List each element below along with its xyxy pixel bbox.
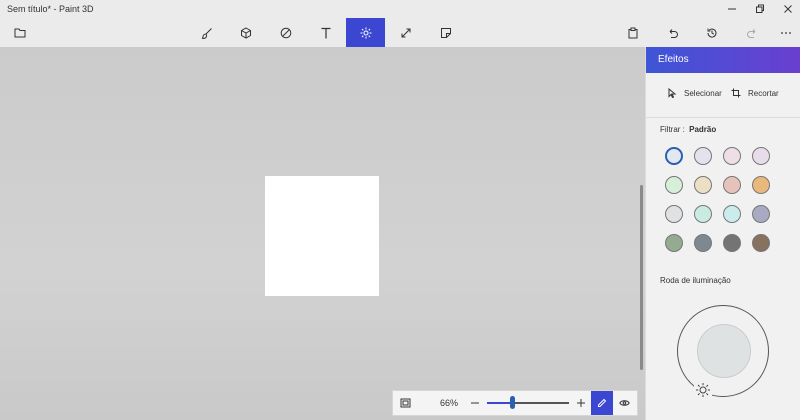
light-handle[interactable] (694, 381, 712, 399)
zoom-level: 66% (439, 398, 458, 408)
filter-swatch[interactable] (694, 176, 712, 194)
filter-swatch[interactable] (665, 176, 683, 194)
more-icon (780, 31, 791, 34)
filter-swatch[interactable] (752, 147, 770, 165)
tool-effects[interactable] (346, 18, 385, 47)
undo-button[interactable] (653, 18, 692, 47)
effects-panel: Efeitos Selecionar Recortar Filtrar : Pa… (645, 47, 800, 420)
sun-icon (696, 383, 710, 397)
tool-2d-shapes[interactable] (266, 18, 305, 47)
redo-icon (746, 28, 755, 38)
restore-button[interactable] (746, 0, 774, 18)
filter-swatch[interactable] (665, 147, 683, 165)
text-icon (321, 27, 330, 38)
history-button[interactable] (692, 18, 731, 47)
brush-icon (201, 27, 212, 39)
fit-view-button[interactable] (393, 391, 417, 415)
sun-effects-icon (360, 27, 371, 38)
panel-divider (646, 117, 800, 118)
workspace[interactable] (0, 47, 645, 420)
select-button[interactable]: Selecionar (668, 85, 722, 101)
zoom-bar: 66% (392, 390, 638, 416)
paste-button[interactable] (613, 18, 652, 47)
folder-icon (14, 28, 25, 38)
minus-icon (471, 402, 479, 404)
filter-swatch[interactable] (752, 176, 770, 194)
vertical-scrollbar[interactable] (640, 185, 643, 370)
fit-screen-icon (400, 398, 410, 408)
restore-icon (756, 4, 764, 13)
canvas[interactable] (265, 176, 379, 296)
main-toolbar (0, 18, 800, 47)
history-icon (706, 28, 716, 38)
panel-header: Efeitos (646, 47, 800, 73)
filter-value: Padrão (689, 125, 717, 134)
filter-label: Filtrar : Padrão (660, 125, 716, 134)
cursor-icon (668, 88, 677, 98)
filter-swatch[interactable] (752, 205, 770, 223)
tool-canvas[interactable] (386, 18, 425, 47)
cube-icon (240, 26, 251, 39)
filter-swatch[interactable] (694, 205, 712, 223)
filter-swatch[interactable] (752, 234, 770, 252)
filter-swatch[interactable] (665, 205, 683, 223)
zoom-in-button[interactable] (571, 391, 591, 415)
crop-label: Recortar (748, 88, 779, 98)
lighting-wheel[interactable] (677, 305, 769, 397)
filter-swatch[interactable] (665, 234, 683, 252)
sticker-icon (440, 27, 451, 38)
filter-swatch[interactable] (694, 234, 712, 252)
lighting-label: Roda de iluminação (660, 276, 731, 285)
panel-title: Efeitos (658, 54, 689, 65)
tool-stickers[interactable] (426, 18, 465, 47)
crop-button[interactable]: Recortar (731, 85, 779, 101)
tool-text[interactable] (306, 18, 345, 47)
filter-swatch[interactable] (723, 147, 741, 165)
minimize-icon (728, 8, 736, 10)
canvas-resize-icon (401, 28, 410, 37)
close-icon (784, 5, 792, 13)
undo-icon (669, 28, 678, 38)
filter-swatch[interactable] (694, 147, 712, 165)
filter-prefix: Filtrar : (660, 125, 685, 134)
paste-icon (628, 27, 637, 38)
title-bar: Sem título* - Paint 3D (0, 0, 800, 18)
window-title: Sem título* - Paint 3D (7, 4, 94, 14)
minimize-button[interactable] (718, 0, 746, 18)
shapes-icon (280, 27, 291, 38)
view-mode-button[interactable] (613, 391, 635, 415)
plus-icon (577, 399, 585, 407)
menu-button[interactable] (0, 18, 39, 47)
select-label: Selecionar (684, 88, 722, 98)
filter-swatch[interactable] (723, 234, 741, 252)
close-button[interactable] (774, 0, 800, 18)
filter-swatch[interactable] (723, 205, 741, 223)
lighting-wheel-center (697, 324, 751, 378)
pencil-icon (598, 398, 607, 407)
filter-swatch[interactable] (723, 176, 741, 194)
tool-brushes[interactable] (187, 18, 226, 47)
tool-3d-shapes[interactable] (226, 18, 265, 47)
zoom-out-button[interactable] (465, 391, 485, 415)
crop-icon (731, 88, 741, 98)
edit-mode-button[interactable] (591, 391, 613, 415)
more-options-button[interactable] (766, 18, 800, 47)
zoom-slider-thumb[interactable] (510, 396, 515, 409)
eye-icon (618, 400, 630, 406)
